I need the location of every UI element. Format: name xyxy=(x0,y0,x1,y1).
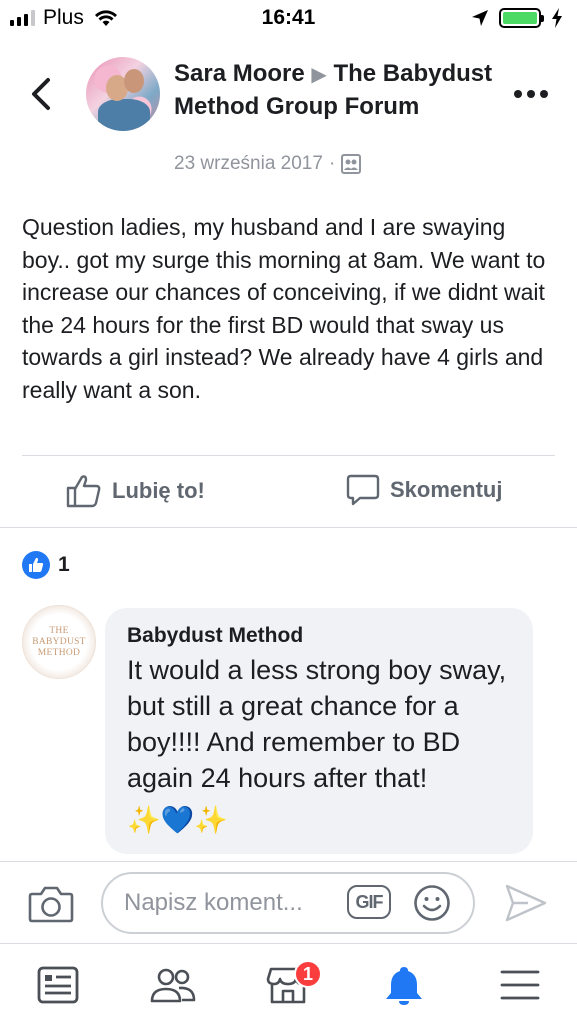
post-body-text: Question ladies, my husband and I are sw… xyxy=(22,214,546,403)
divider xyxy=(0,861,577,862)
thumbs-up-icon xyxy=(22,551,50,579)
post-author-line: Sara Moore ▶ The Babydust Method Group F… xyxy=(174,58,494,122)
divider xyxy=(22,455,555,456)
emoji-icon[interactable] xyxy=(413,884,451,922)
author-name[interactable]: Sara Moore xyxy=(174,60,305,87)
comment-label: Skomentuj xyxy=(390,477,503,502)
group-icon xyxy=(341,154,362,174)
hamburger-icon xyxy=(500,970,540,1000)
news-feed-icon xyxy=(37,966,79,1004)
speech-bubble-icon xyxy=(346,474,380,506)
tab-friends[interactable] xyxy=(143,958,203,1012)
like-label: Lubię to! xyxy=(112,478,205,503)
reactions-summary[interactable]: 1 xyxy=(22,551,70,579)
tab-notifications[interactable] xyxy=(374,958,434,1012)
camera-icon[interactable] xyxy=(28,884,74,924)
divider xyxy=(0,527,577,528)
post-date[interactable]: 23 września 2017 xyxy=(174,153,323,175)
charging-bolt-icon xyxy=(552,8,562,28)
comment-bubble[interactable]: Babydust Method It would a less strong b… xyxy=(105,608,533,854)
bell-icon xyxy=(386,967,422,1005)
battery-icon xyxy=(499,8,544,28)
author-avatar[interactable] xyxy=(86,57,160,131)
friends-icon xyxy=(150,968,196,1003)
thumbs-up-outline-icon xyxy=(66,475,101,508)
post-meta: 23 września 2017 · xyxy=(174,153,362,175)
status-bar: Plus 16:41 xyxy=(0,0,577,38)
marketplace-badge: 1 xyxy=(294,960,322,988)
like-button[interactable]: Lubię to! xyxy=(66,474,205,508)
reaction-count: 1 xyxy=(58,553,70,576)
more-options-icon[interactable] xyxy=(514,84,554,104)
commenter-avatar[interactable]: THE BABYDUST METHOD xyxy=(22,605,96,679)
tab-marketplace[interactable]: 1 xyxy=(258,958,322,1012)
gif-button[interactable]: GIF xyxy=(347,885,391,919)
location-arrow-icon xyxy=(472,10,488,26)
send-icon[interactable] xyxy=(504,882,548,924)
status-right xyxy=(471,8,563,28)
comment-author[interactable]: Babydust Method xyxy=(127,624,511,648)
tab-menu[interactable] xyxy=(490,958,550,1012)
comment-text: It would a less strong boy sway, but sti… xyxy=(127,655,507,793)
tab-news-feed[interactable] xyxy=(28,958,88,1012)
shared-to-arrow-icon: ▶ xyxy=(311,64,327,86)
commenter-logo-text: THE BABYDUST METHOD xyxy=(32,625,86,658)
divider xyxy=(0,943,577,944)
comment-input-wrapper: GIF xyxy=(101,872,475,934)
meta-separator: · xyxy=(328,153,336,174)
comment-button[interactable]: Skomentuj xyxy=(346,474,502,506)
comment-emoji: ✨💙✨ xyxy=(127,805,228,835)
back-button[interactable] xyxy=(26,74,56,114)
